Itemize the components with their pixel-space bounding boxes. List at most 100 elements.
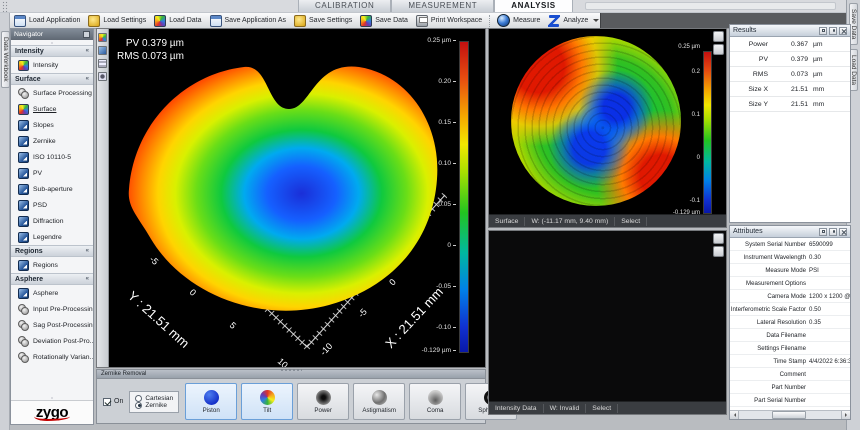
toolbar-button[interactable]: Save Data bbox=[356, 14, 412, 28]
mode-radio[interactable]: Cartesian bbox=[135, 395, 173, 402]
toolbar-button-icon bbox=[88, 15, 100, 27]
attribute-row: Part Number bbox=[730, 381, 850, 394]
options-icon[interactable] bbox=[98, 72, 107, 81]
surface-3d-plot[interactable]: PV 0.379 µm RMS 0.073 µm bbox=[96, 28, 486, 368]
toolbar-grip[interactable] bbox=[2, 1, 8, 12]
navigator-item[interactable]: Sag Post-Processing bbox=[11, 317, 93, 333]
tab-measurement[interactable]: MEASUREMENT bbox=[391, 0, 494, 12]
toolbar-button[interactable]: Save Application As bbox=[206, 14, 291, 28]
colorbar-tick: 0 bbox=[406, 242, 456, 249]
tab-analysis[interactable]: ANALYSIS bbox=[494, 0, 573, 12]
close-icon[interactable] bbox=[839, 27, 847, 35]
zernike-term-button[interactable]: Power bbox=[297, 383, 349, 420]
item-icon bbox=[18, 184, 29, 195]
navigator-item[interactable]: Zernike bbox=[11, 133, 93, 149]
navigator-item[interactable]: Diffraction bbox=[11, 213, 93, 229]
analyze-button[interactable]: Analyze bbox=[544, 14, 592, 28]
toolbar-button-icon bbox=[14, 15, 26, 27]
zernike-term-button[interactable]: Tilt bbox=[241, 383, 293, 420]
surface-3d-canvas[interactable]: -5 0 5 10 -10 -5 0 Y : 21.51 mm X : 21.5… bbox=[109, 29, 447, 367]
toolbar-button-icon bbox=[154, 15, 166, 27]
toolbar-button-icon bbox=[416, 15, 428, 27]
result-row: Size X 21.51 mm bbox=[730, 82, 850, 97]
restore-icon[interactable] bbox=[819, 27, 827, 35]
navigator-item[interactable]: Surface bbox=[11, 101, 93, 117]
navigator-item[interactable]: ISO 10110-5 bbox=[11, 149, 93, 165]
map-options-button[interactable] bbox=[713, 44, 724, 55]
zernike-term-button[interactable]: Astigmatism bbox=[353, 383, 405, 420]
navigator-item[interactable]: Asphere bbox=[11, 285, 93, 301]
zernike-term-button[interactable]: Coma bbox=[409, 383, 461, 420]
pin-icon[interactable] bbox=[829, 228, 837, 236]
section-intensity[interactable]: Intensity« bbox=[11, 45, 93, 57]
colorbar-tick: -0.10 bbox=[406, 324, 456, 331]
surface-2d-map[interactable] bbox=[511, 36, 681, 206]
navigator-item[interactable]: Legendre bbox=[11, 229, 93, 245]
section-surface[interactable]: Surface« bbox=[11, 73, 93, 85]
status-cursor-coords: W: (-11.17 mm, 9.40 mm) bbox=[525, 217, 615, 226]
navigator-item[interactable]: Deviation Post-Pro... bbox=[11, 333, 93, 349]
result-row: Power 0.367 µm bbox=[730, 37, 850, 52]
navigator-item[interactable]: PSD bbox=[11, 197, 93, 213]
surface-3d-colorbar[interactable] bbox=[459, 41, 469, 353]
data-view-icon[interactable] bbox=[98, 46, 107, 55]
navigator-menu-icon[interactable] bbox=[83, 31, 90, 38]
navigator-item[interactable]: Regions bbox=[11, 257, 93, 273]
left-collapsed-tab[interactable]: Data Workbook bbox=[1, 31, 10, 88]
mode-radio[interactable]: Zernike bbox=[135, 402, 173, 409]
close-icon[interactable] bbox=[839, 228, 847, 236]
toolbar-button[interactable]: Load Application bbox=[10, 14, 84, 28]
toolbar-button-icon bbox=[360, 15, 372, 27]
scrollbar-thumb[interactable] bbox=[772, 411, 807, 419]
toolbar-overflow-button[interactable] bbox=[592, 14, 600, 28]
map-palette-button[interactable] bbox=[713, 31, 724, 42]
analyze-bolt-icon bbox=[548, 15, 560, 27]
navigator-panel: Navigator Intensity« Intensity Surface« bbox=[10, 28, 94, 425]
radio-icon[interactable] bbox=[135, 395, 142, 402]
surface-2d-map-panel[interactable]: 0.25 µm 0.2 0.1 0 -0.1 -0.129 µm Surface… bbox=[488, 28, 727, 228]
intensity-options-button[interactable] bbox=[713, 246, 724, 257]
grid-view-icon[interactable] bbox=[98, 59, 107, 68]
attribute-row: Part Serial Number bbox=[730, 394, 850, 407]
navigator-item[interactable]: PV bbox=[11, 165, 93, 181]
toolbar-button[interactable]: Load Settings bbox=[84, 14, 150, 28]
status-mode: Select bbox=[615, 217, 647, 226]
attribute-row: Comment bbox=[730, 368, 850, 381]
intensity-data-panel[interactable]: Intensity Data W: Invalid Select bbox=[488, 230, 727, 415]
measure-button[interactable]: Measure bbox=[493, 14, 544, 28]
section-regions[interactable]: Regions« bbox=[11, 245, 93, 257]
scroll-left-arrow[interactable] bbox=[730, 411, 739, 419]
navigator-item[interactable]: Rotationally Varian... bbox=[11, 349, 93, 365]
chevron-up-icon: « bbox=[86, 246, 89, 256]
zygo-logo: zygo bbox=[36, 404, 68, 421]
navigator-item[interactable]: Intensity bbox=[11, 57, 93, 73]
horizontal-scrollbar[interactable] bbox=[730, 410, 850, 419]
navigator-item[interactable]: Sub-aperture bbox=[11, 181, 93, 197]
navigator-item[interactable]: Slopes bbox=[11, 117, 93, 133]
restore-icon[interactable] bbox=[819, 228, 827, 236]
intensity-palette-button[interactable] bbox=[713, 233, 724, 244]
toolbar-button[interactable]: Save Settings bbox=[290, 14, 356, 28]
checkbox-icon[interactable] bbox=[103, 398, 111, 406]
attribute-row: Settings Filename bbox=[730, 342, 850, 355]
pin-icon[interactable] bbox=[829, 27, 837, 35]
tab-calibration[interactable]: CALIBRATION bbox=[298, 0, 391, 12]
status-view-name: Surface bbox=[489, 217, 525, 226]
result-row: PV 0.379 µm bbox=[730, 52, 850, 67]
surface-2d-colorbar[interactable] bbox=[703, 51, 712, 214]
radio-icon[interactable] bbox=[135, 402, 142, 409]
panel-grip[interactable] bbox=[280, 368, 302, 372]
svg-text:-5: -5 bbox=[356, 307, 369, 320]
toolbar-button[interactable]: Load Data bbox=[150, 14, 205, 28]
scrollbar-track[interactable] bbox=[739, 411, 841, 419]
zernike-on-checkbox[interactable]: On bbox=[103, 398, 123, 406]
surface-view-icon[interactable] bbox=[98, 33, 107, 42]
toolbar-button[interactable]: Print Workspace bbox=[412, 14, 486, 28]
scroll-right-arrow[interactable] bbox=[841, 411, 850, 419]
zernike-term-button[interactable]: Piston bbox=[185, 383, 237, 420]
navigator-item[interactable]: Input Pre-Processing bbox=[11, 301, 93, 317]
status-mode: Select bbox=[586, 404, 618, 413]
section-asphere[interactable]: Asphere« bbox=[11, 273, 93, 285]
navigator-item[interactable]: Surface Processing bbox=[11, 85, 93, 101]
item-icon bbox=[18, 136, 29, 147]
